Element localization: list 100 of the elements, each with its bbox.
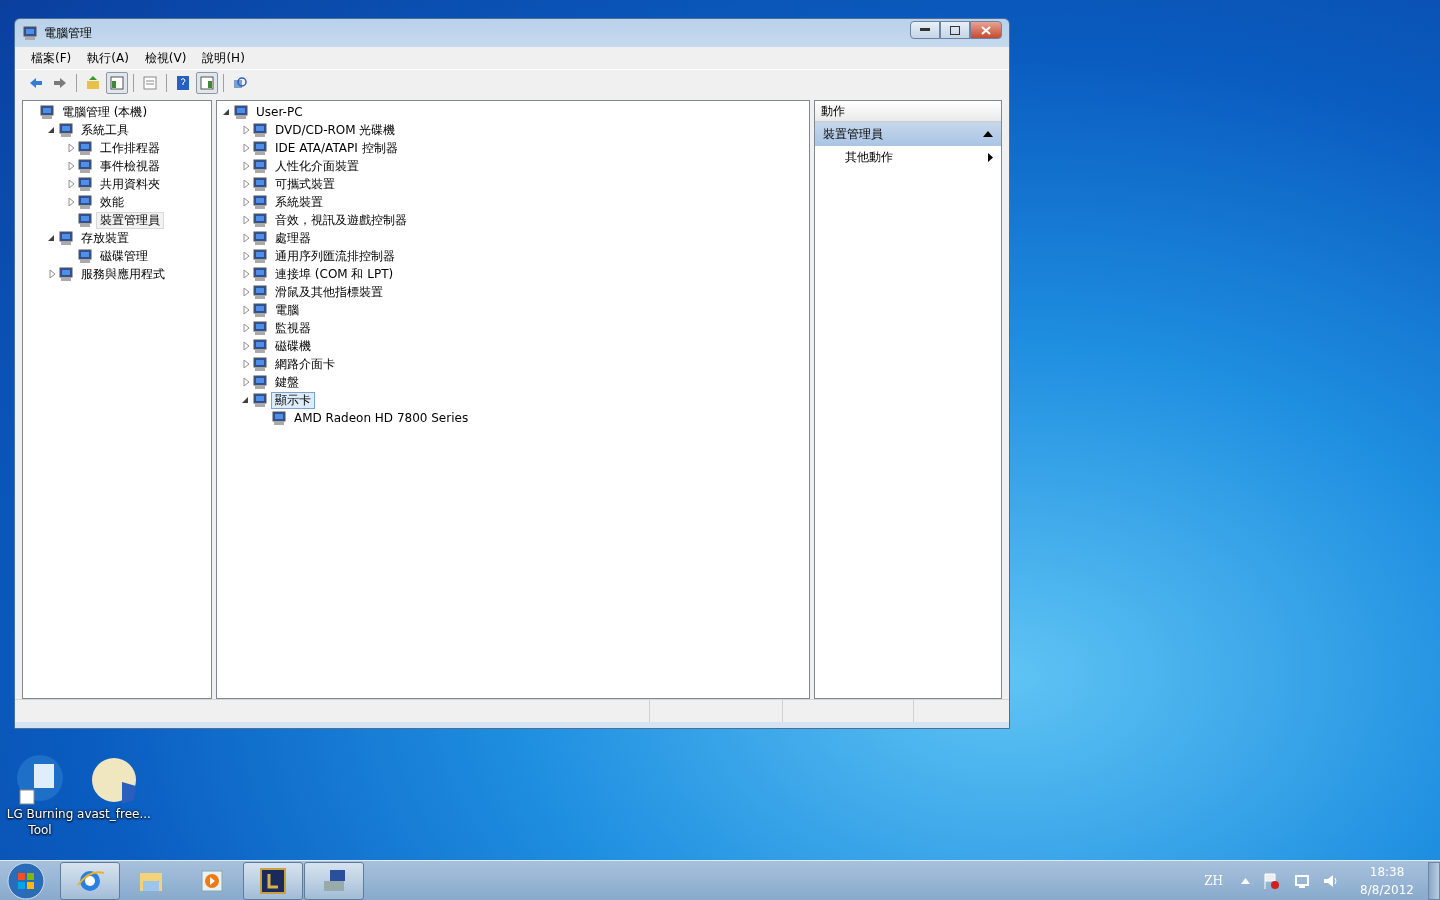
device-icon [252,302,268,318]
toolbar-button[interactable] [106,72,128,94]
tree-item[interactable]: 連接埠 (COM 和 LPT) [271,265,398,283]
tree-item[interactable]: 顯示卡 [271,391,315,409]
action-item[interactable]: 其他動作 [815,146,1001,168]
action-pane-icon [199,75,215,91]
tree-node-icon [77,212,93,228]
tree-item[interactable]: 效能 [96,193,128,211]
tree-item[interactable]: 處理器 [271,229,315,247]
tree-item[interactable]: 磁碟機 [271,337,315,355]
maximize-button[interactable] [940,21,970,39]
expand-arrow-icon[interactable] [240,232,252,244]
tree-item[interactable]: 系統裝置 [271,193,327,211]
tree-item[interactable]: 事件檢視器 [96,157,164,175]
device-icon [252,392,268,408]
tree-item[interactable]: 通用序列匯流排控制器 [271,247,399,265]
expand-arrow-icon[interactable] [240,214,252,226]
expand-arrow-icon[interactable] [240,160,252,172]
minimize-button[interactable] [910,21,940,39]
expand-arrow-icon[interactable] [65,178,77,190]
device-icon [252,212,268,228]
taskbar-button[interactable] [243,862,303,900]
device-icon [252,284,268,300]
back-arrow-icon [28,75,44,91]
menu-item[interactable]: 說明(H) [196,47,251,69]
tree-item[interactable]: 音效，視訊及遊戲控制器 [271,211,411,229]
expand-arrow-icon[interactable] [240,286,252,298]
tree-item[interactable]: 磁碟管理 [96,247,152,265]
expand-arrow-icon[interactable] [240,268,252,280]
menu-item[interactable]: 檢視(V) [138,47,193,69]
menu-item[interactable]: 檔案(F) [25,47,78,69]
tree-item[interactable]: AMD Radeon HD 7800 Series [290,409,473,427]
network-icon[interactable] [1292,872,1311,890]
tree-item[interactable]: IDE ATA/ATAPI 控制器 [271,139,402,157]
collapse-arrow-icon [983,131,993,137]
tree-node-icon [77,176,93,192]
tree-item[interactable]: User-PC [252,103,307,121]
device-icon [252,122,268,138]
device-icon [252,230,268,246]
scan-icon [232,75,248,91]
expand-arrow-icon[interactable] [240,322,252,334]
show-hidden-icons-icon[interactable] [1241,878,1251,884]
taskbar-button[interactable] [304,862,364,900]
device-icon [252,158,268,174]
desktop-icon-label[interactable]: avast_free... [77,806,151,822]
tree-item[interactable]: 存放裝置 [77,229,133,247]
device-icon [271,410,287,426]
tree-node-icon [58,122,74,138]
tree-item[interactable]: 人性化介面裝置 [271,157,363,175]
start-button[interactable] [6,861,46,900]
expand-arrow-icon[interactable] [65,196,77,208]
show-desktop-button[interactable] [1428,862,1440,900]
tree-item[interactable]: 系統工具 [77,121,133,139]
expand-arrow-icon[interactable] [240,124,252,136]
expand-arrow-icon[interactable] [65,160,77,172]
expand-arrow-icon[interactable] [240,358,252,370]
toolbar-button[interactable] [196,72,218,94]
expand-arrow-icon[interactable] [240,178,252,190]
folder-up-icon [85,75,101,91]
close-button[interactable] [970,21,1002,39]
expand-arrow-icon[interactable] [240,376,252,388]
device-icon [252,176,268,192]
tree-item[interactable]: 服務與應用程式 [77,265,169,283]
device-icon [252,320,268,336]
tree-item[interactable]: 滑鼠及其他指標裝置 [271,283,387,301]
list-icon [142,75,158,91]
tree-item[interactable]: DVD/CD-ROM 光碟機 [271,121,400,139]
computer-icon [22,25,38,41]
device-icon [252,140,268,156]
expand-arrow-icon[interactable] [240,142,252,154]
device-icon [252,338,268,354]
tree-pane-icon [109,75,125,91]
device-icon [252,266,268,282]
help-icon [175,75,191,91]
actions-section[interactable]: 裝置管理員 [815,122,1001,146]
tree-item[interactable]: 可攜式裝置 [271,175,339,193]
tree-node-icon [77,140,93,156]
expand-arrow-icon[interactable] [46,268,58,280]
tree-item[interactable]: 工作排程器 [96,139,164,157]
expand-arrow-icon[interactable] [240,250,252,262]
menu-item[interactable]: 執行(A) [81,47,135,69]
expand-arrow-icon[interactable] [240,304,252,316]
maximize-icon [950,25,960,35]
submenu-arrow-icon [988,152,993,162]
flag-error-icon[interactable] [1262,872,1281,890]
desktop-icon-label[interactable]: LG Burning Tool [4,806,76,838]
close-icon [981,25,991,35]
actions-header: 動作 [815,101,1001,122]
tree-item[interactable]: 監視器 [271,319,315,337]
tree-item[interactable]: 網路介面卡 [271,355,339,373]
tree-item[interactable]: 電腦管理 (本機) [58,103,152,121]
tree-item[interactable]: 電腦 [271,301,303,319]
tree-item[interactable]: 鍵盤 [271,373,303,391]
window-title: 電腦管理 [44,24,92,42]
tree-item[interactable]: 共用資料夾 [96,175,164,193]
expand-arrow-icon[interactable] [240,340,252,352]
expand-arrow-icon[interactable] [240,196,252,208]
expand-arrow-icon[interactable] [65,142,77,154]
tree-item[interactable]: 裝置管理員 [96,211,164,229]
tree-node-icon [77,248,93,264]
